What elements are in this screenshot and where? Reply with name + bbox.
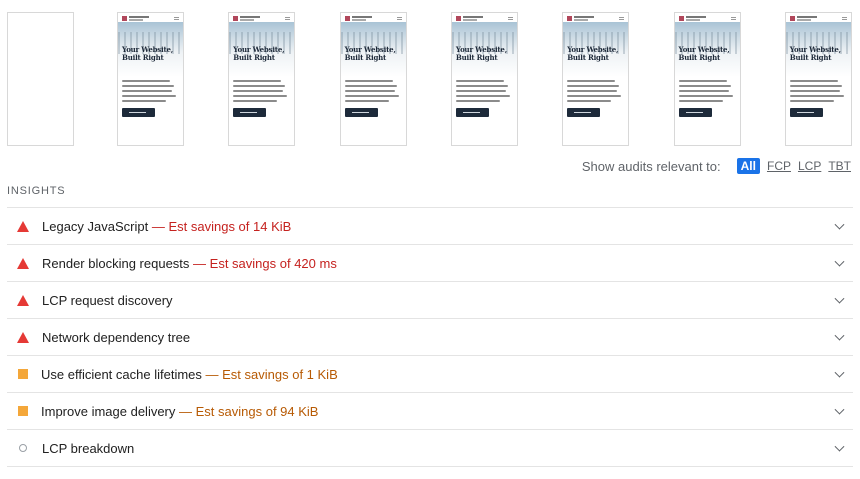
chevron-down-icon[interactable] (834, 256, 845, 267)
chevron-down-icon[interactable] (834, 367, 845, 378)
thumbnail-button (789, 108, 823, 117)
filmstrip-frame: Your Website, Built Right (228, 12, 296, 146)
chevron-down-icon[interactable] (834, 293, 845, 304)
warn-square-icon (17, 405, 29, 417)
fail-triangle-icon (17, 294, 29, 306)
thumbnail-title: Your Website, Built Right (455, 45, 507, 62)
fail-triangle-icon (17, 220, 29, 232)
audit-row-efficient-cache-lifetimes[interactable]: Use efficient cache lifetimes — Est savi… (7, 356, 853, 393)
thumbnail-hero: Your Website, Built Right (451, 22, 517, 77)
filter-chip-all[interactable]: All (736, 158, 760, 174)
filmstrip: Your Website, Built Right Your Website, Bui… (0, 0, 860, 150)
audit-title: Legacy JavaScript (42, 218, 149, 234)
logo-icon (455, 16, 461, 21)
thumbnail-header (118, 13, 183, 22)
filmstrip-frame: Your Website, Built Right (784, 12, 852, 146)
thumbnail-title: Your Website, Built Right (344, 45, 396, 62)
audit-savings: — Est savings of 1 KiB (205, 366, 338, 382)
menu-icon (174, 17, 179, 18)
thumbnail-title: Your Website, Built Right (122, 45, 174, 62)
filter-chip-lcp[interactable]: LCP (798, 159, 821, 173)
thumbnail-button (678, 108, 712, 117)
audit-savings: — Est savings of 420 ms (193, 255, 337, 271)
chevron-down-icon[interactable] (834, 330, 845, 341)
thumbnail-button (233, 108, 267, 117)
menu-icon (841, 17, 847, 18)
insights-section-title: INSIGHTS (7, 185, 66, 197)
filmstrip-frame: Your Website, Built Right (117, 12, 184, 146)
thumbnail-header (563, 13, 628, 22)
logo-icon (122, 16, 127, 21)
audit-filter-label: Show audits relevant to: (581, 158, 721, 174)
thumbnail-hero: Your Website, Built Right (340, 22, 406, 77)
filmstrip-frame: Your Website, Built Right (450, 12, 518, 146)
thumbnail-title: Your Website, Built Right (789, 45, 841, 62)
audit-savings: — Est savings of 14 KiB (151, 218, 292, 234)
logo-icon (678, 16, 684, 21)
thumbnail-header (786, 13, 851, 22)
thumbnail-hero: Your Website, Built Right (229, 22, 295, 77)
menu-icon (285, 17, 291, 18)
audit-row-lcp-breakdown[interactable]: LCP breakdown (7, 430, 853, 467)
logo-icon (789, 16, 795, 21)
filter-chip-tbt[interactable]: TBT (828, 159, 851, 173)
chevron-down-icon[interactable] (834, 404, 845, 415)
thumbnail-hero: Your Website, Built Right (118, 22, 183, 77)
thumbnail-header (675, 13, 740, 22)
audit-row-legacy-javascript[interactable]: Legacy JavaScript — Est savings of 14 Ki… (7, 208, 853, 245)
menu-icon (507, 17, 513, 18)
audit-title: Improve image delivery (41, 403, 176, 419)
insights-audit-list: Legacy JavaScript — Est savings of 14 Ki… (7, 207, 853, 467)
thumbnail-hero: Your Website, Built Right (674, 22, 740, 77)
thumbnail-hero: Your Website, Built Right (785, 22, 851, 77)
thumbnail-header (452, 13, 517, 22)
fail-triangle-icon (17, 331, 29, 343)
thumbnail-button (122, 108, 155, 117)
audit-title: Network dependency tree (42, 329, 191, 345)
thumbnail-header (229, 13, 294, 22)
audit-title: Render blocking requests (42, 255, 190, 271)
menu-icon (619, 17, 625, 18)
audit-row-network-dependency-tree[interactable]: Network dependency tree (7, 319, 853, 356)
thumbnail-title: Your Website, Built Right (567, 45, 619, 62)
chevron-down-icon[interactable] (834, 219, 845, 230)
filmstrip-frame: Your Website, Built Right (673, 12, 741, 146)
chevron-down-icon[interactable] (834, 441, 845, 452)
audit-savings: — Est savings of 94 KiB (179, 403, 319, 419)
audit-title: LCP breakdown (42, 440, 135, 456)
thumbnail-title: Your Website, Built Right (233, 45, 285, 62)
audit-filter-bar: Show audits relevant to: All FCP LCP TBT (582, 157, 851, 175)
filmstrip-frame: Your Website, Built Right (562, 12, 630, 146)
audit-row-lcp-request-discovery[interactable]: LCP request discovery (7, 282, 853, 319)
audit-title: LCP request discovery (42, 292, 173, 308)
menu-icon (396, 17, 402, 18)
thumbnail-hero: Your Website, Built Right (563, 22, 629, 77)
info-circle-icon (17, 442, 29, 454)
audit-row-image-delivery[interactable]: Improve image delivery — Est savings of … (7, 393, 853, 430)
thumbnail-title: Your Website, Built Right (678, 45, 730, 62)
filter-chip-fcp[interactable]: FCP (767, 159, 791, 173)
thumbnail-button (344, 108, 378, 117)
thumbnail-button (567, 108, 601, 117)
logo-icon (567, 16, 573, 21)
filmstrip-frame: Your Website, Built Right (339, 12, 407, 146)
thumbnail-button (455, 108, 489, 117)
thumbnail-header (341, 13, 406, 22)
logo-icon (344, 16, 350, 21)
warn-square-icon (17, 368, 29, 380)
logo-icon (233, 16, 239, 21)
audit-row-render-blocking-requests[interactable]: Render blocking requests — Est savings o… (7, 245, 853, 282)
audit-title: Use efficient cache lifetimes (41, 366, 202, 382)
menu-icon (730, 17, 736, 18)
fail-triangle-icon (17, 257, 29, 269)
filmstrip-frame-blank (7, 12, 74, 146)
